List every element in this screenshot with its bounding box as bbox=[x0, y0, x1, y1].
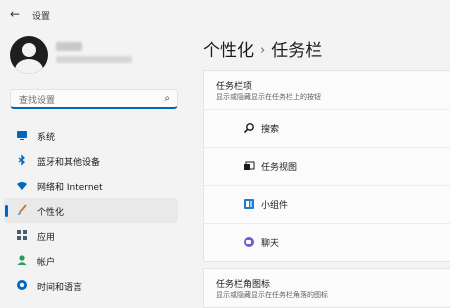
sidebar-item-label: 个性化 bbox=[37, 208, 65, 218]
breadcrumb: 个性化 › 任务栏 bbox=[203, 36, 322, 61]
globe-icon bbox=[16, 279, 28, 291]
bluetooth-icon bbox=[16, 154, 28, 166]
avatar bbox=[10, 36, 48, 74]
row-label: 聊天 bbox=[261, 239, 280, 249]
sidebar-nav: 系统 蓝牙和其他设备 网络和 Internet 个性化 应用 帐户 时间和语言 bbox=[4, 123, 178, 298]
search-placeholder: 查找设置 bbox=[19, 96, 56, 106]
sidebar-item-label: 应用 bbox=[37, 233, 56, 243]
search-icon bbox=[243, 122, 255, 134]
sidebar-item-personalization[interactable]: 个性化 bbox=[4, 198, 178, 223]
sidebar-item-bluetooth[interactable]: 蓝牙和其他设备 bbox=[4, 148, 178, 173]
section-title: 任务栏项 bbox=[216, 82, 253, 92]
section-subtitle: 显示或隐藏显示在任务栏角落的图标 bbox=[216, 291, 328, 299]
apps-icon bbox=[16, 229, 28, 241]
task-view-icon bbox=[243, 160, 255, 172]
row-label: 搜索 bbox=[261, 125, 280, 135]
account-icon bbox=[16, 254, 28, 266]
taskbar-item-task-view[interactable]: 任务视图 bbox=[204, 147, 450, 185]
section-subtitle: 显示或隐藏显示在任务栏上的按钮 bbox=[216, 93, 321, 101]
sidebar-item-label: 系统 bbox=[37, 133, 56, 143]
title-bar: ← 设置 bbox=[0, 0, 450, 32]
sidebar-item-time-language[interactable]: 时间和语言 bbox=[4, 273, 178, 298]
chat-icon bbox=[243, 236, 255, 248]
sidebar-item-accounts[interactable]: 帐户 bbox=[4, 248, 178, 273]
search-icon[interactable]: ⌕ bbox=[164, 93, 170, 104]
sidebar-item-network[interactable]: 网络和 Internet bbox=[4, 173, 178, 198]
section-header[interactable]: 任务栏项 显示或隐藏显示在任务栏上的按钮 bbox=[204, 71, 450, 109]
row-label: 小组件 bbox=[261, 201, 289, 211]
taskbar-item-search[interactable]: 搜索 bbox=[204, 109, 450, 147]
sidebar-item-label: 时间和语言 bbox=[37, 283, 83, 293]
active-indicator bbox=[5, 205, 8, 217]
search-settings-input[interactable]: 查找设置 ⌕ bbox=[10, 89, 178, 109]
user-name-redacted bbox=[56, 42, 82, 51]
sidebar-item-apps[interactable]: 应用 bbox=[4, 223, 178, 248]
wifi-icon bbox=[16, 179, 28, 191]
sidebar-item-label: 帐户 bbox=[37, 258, 56, 268]
sidebar-item-system[interactable]: 系统 bbox=[4, 123, 178, 148]
brush-icon bbox=[16, 204, 28, 216]
section-title: 任务栏角图标 bbox=[216, 280, 271, 290]
back-arrow-icon[interactable]: ← bbox=[10, 7, 20, 21]
corner-icons-section: 任务栏角图标 显示或隐藏显示在任务栏角落的图标 bbox=[203, 268, 450, 308]
taskbar-items-section: 任务栏项 显示或隐藏显示在任务栏上的按钮 搜索 任务视图 小组件 聊天 bbox=[203, 70, 450, 262]
page-title: 任务栏 bbox=[271, 41, 323, 61]
sidebar-item-label: 网络和 Internet bbox=[37, 183, 103, 193]
breadcrumb-separator: › bbox=[260, 43, 266, 58]
row-label: 任务视图 bbox=[261, 163, 298, 173]
user-email-redacted bbox=[56, 56, 132, 63]
widgets-icon bbox=[243, 198, 255, 210]
app-title: 设置 bbox=[32, 12, 51, 22]
user-profile[interactable] bbox=[8, 36, 188, 76]
monitor-icon bbox=[16, 129, 28, 141]
sidebar-item-label: 蓝牙和其他设备 bbox=[37, 158, 101, 168]
taskbar-item-chat[interactable]: 聊天 bbox=[204, 223, 450, 261]
breadcrumb-parent[interactable]: 个性化 bbox=[203, 41, 254, 61]
taskbar-item-widgets[interactable]: 小组件 bbox=[204, 185, 450, 223]
section-header[interactable]: 任务栏角图标 显示或隐藏显示在任务栏角落的图标 bbox=[204, 269, 450, 307]
